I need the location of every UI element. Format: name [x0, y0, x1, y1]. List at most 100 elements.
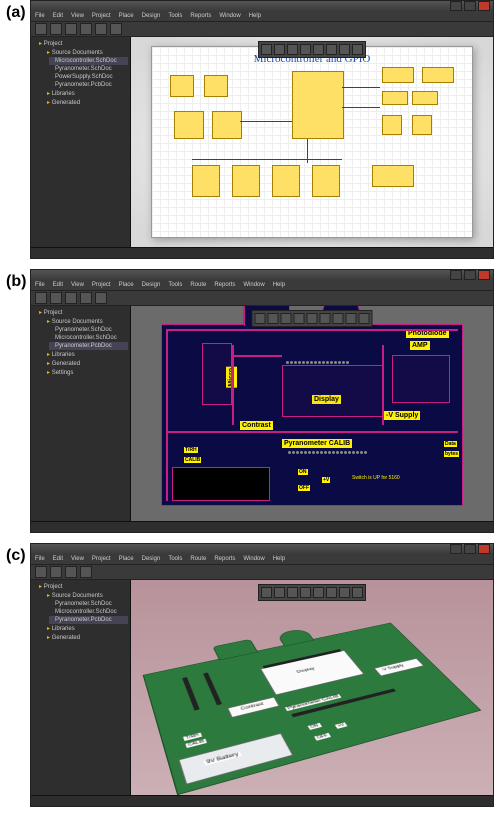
menu-edit[interactable]: Edit — [53, 556, 63, 562]
ic-symbol[interactable] — [204, 75, 228, 97]
tool-icon[interactable] — [50, 292, 62, 304]
tree-docs[interactable]: Source Documents — [41, 591, 128, 600]
ic-symbol[interactable] — [412, 115, 432, 135]
ic-symbol[interactable] — [232, 165, 260, 197]
menu-tools[interactable]: Tools — [168, 282, 182, 288]
tool-icon[interactable] — [50, 566, 62, 578]
tool-icon[interactable] — [307, 313, 318, 324]
tree-libs[interactable]: Libraries — [41, 350, 128, 359]
ic-symbol[interactable] — [412, 91, 438, 105]
tool-icon[interactable] — [287, 587, 298, 598]
footprint-display[interactable] — [282, 365, 384, 417]
tool-icon[interactable] — [333, 313, 344, 324]
tool-icon[interactable] — [300, 587, 311, 598]
ic-symbol[interactable] — [372, 165, 414, 187]
tool-icon[interactable] — [268, 313, 279, 324]
pcb-board[interactable]: T/RH RAD Photodiode AMP Micro Display Co… — [161, 324, 463, 506]
ic-symbol[interactable] — [174, 111, 204, 139]
tree-schdoc[interactable]: Microcontroller.SchDoc — [49, 57, 128, 65]
footprint-micro[interactable] — [202, 343, 232, 405]
tree-root[interactable]: Project — [33, 39, 128, 48]
maximize-button[interactable] — [464, 1, 476, 11]
tool-icon[interactable] — [339, 44, 350, 55]
schematic-sheet[interactable]: Microcontroller and GPIO — [151, 46, 473, 238]
ic-symbol[interactable] — [422, 67, 454, 83]
menu-route[interactable]: Route — [190, 556, 206, 562]
battery-slot[interactable] — [172, 467, 270, 501]
menu-tools[interactable]: Tools — [168, 13, 182, 19]
tool-icon[interactable] — [65, 566, 77, 578]
tree-schdoc[interactable]: Pyranometer.SchDoc — [49, 600, 128, 608]
tree-gen[interactable]: Generated — [41, 98, 128, 107]
menu-window[interactable]: Window — [219, 13, 240, 19]
tool-icon[interactable] — [95, 23, 107, 35]
tool-icon[interactable] — [281, 313, 292, 324]
menu-design[interactable]: Design — [142, 282, 161, 288]
tree-pcbdoc[interactable]: Pyranometer.PcbDoc — [49, 616, 128, 624]
header-pads[interactable] — [288, 451, 367, 454]
tree-schdoc[interactable]: Pyranometer.SchDoc — [49, 326, 128, 334]
menu-edit[interactable]: Edit — [53, 13, 63, 19]
tool-icon[interactable] — [294, 313, 305, 324]
tool-icon[interactable] — [326, 587, 337, 598]
tool-icon[interactable] — [35, 292, 47, 304]
mcu-symbol[interactable] — [292, 71, 344, 139]
ic-symbol[interactable] — [170, 75, 194, 97]
maximize-button[interactable] — [464, 270, 476, 280]
tool-icon[interactable] — [313, 587, 324, 598]
ic-symbol[interactable] — [212, 111, 242, 139]
ic-symbol[interactable] — [382, 67, 414, 83]
menu-place[interactable]: Place — [119, 13, 134, 19]
minimize-button[interactable] — [450, 544, 462, 554]
menu-reports[interactable]: Reports — [190, 13, 211, 19]
tool-icon[interactable] — [274, 44, 285, 55]
tool-icon[interactable] — [261, 44, 272, 55]
tool-icon[interactable] — [313, 44, 324, 55]
tool-icon[interactable] — [359, 313, 370, 324]
board-3d[interactable]: Contrast Display -V Supply T/RH CALIB Py… — [144, 623, 480, 794]
tool-icon[interactable] — [80, 23, 92, 35]
tool-icon[interactable] — [50, 23, 62, 35]
menu-reports[interactable]: Reports — [214, 282, 235, 288]
tree-schdoc[interactable]: Microcontroller.SchDoc — [49, 334, 128, 342]
menu-file[interactable]: File — [35, 556, 45, 562]
tree-gen[interactable]: Generated — [41, 633, 128, 642]
menu-route[interactable]: Route — [190, 282, 206, 288]
menu-help[interactable]: Help — [249, 13, 261, 19]
ic-symbol[interactable] — [272, 165, 300, 197]
maximize-button[interactable] — [464, 544, 476, 554]
schematic-canvas[interactable]: Microcontroller and GPIO — [131, 37, 493, 247]
tree-schdoc[interactable]: Pyranometer.SchDoc — [49, 65, 128, 73]
menu-file[interactable]: File — [35, 13, 45, 19]
tool-icon[interactable] — [352, 44, 363, 55]
tool-icon[interactable] — [65, 23, 77, 35]
tool-icon[interactable] — [80, 566, 92, 578]
tree-docs[interactable]: Source Documents — [41, 48, 128, 57]
tree-libs[interactable]: Libraries — [41, 624, 128, 633]
menu-project[interactable]: Project — [92, 556, 111, 562]
tool-icon[interactable] — [352, 587, 363, 598]
header-pads[interactable] — [286, 361, 349, 364]
menu-design[interactable]: Design — [142, 13, 161, 19]
close-button[interactable] — [478, 1, 490, 11]
menu-place[interactable]: Place — [119, 556, 134, 562]
pcb-canvas[interactable]: T/RH RAD Photodiode AMP Micro Display Co… — [131, 306, 493, 521]
close-button[interactable] — [478, 544, 490, 554]
tree-pcbdoc[interactable]: Pyranometer.PcbDoc — [49, 81, 128, 89]
menu-reports[interactable]: Reports — [214, 556, 235, 562]
menu-project[interactable]: Project — [92, 282, 111, 288]
tree-docs[interactable]: Source Documents — [41, 317, 128, 326]
tree-schdoc[interactable]: PowerSupply.SchDoc — [49, 73, 128, 81]
tool-icon[interactable] — [65, 292, 77, 304]
tool-icon[interactable] — [255, 313, 266, 324]
tool-icon[interactable] — [35, 566, 47, 578]
minimize-button[interactable] — [450, 270, 462, 280]
ic-symbol[interactable] — [382, 91, 408, 105]
menu-edit[interactable]: Edit — [53, 282, 63, 288]
menu-view[interactable]: View — [71, 556, 84, 562]
menu-tools[interactable]: Tools — [168, 556, 182, 562]
tool-icon[interactable] — [287, 44, 298, 55]
menu-file[interactable]: File — [35, 282, 45, 288]
menu-view[interactable]: View — [71, 13, 84, 19]
tree-libs[interactable]: Libraries — [41, 89, 128, 98]
